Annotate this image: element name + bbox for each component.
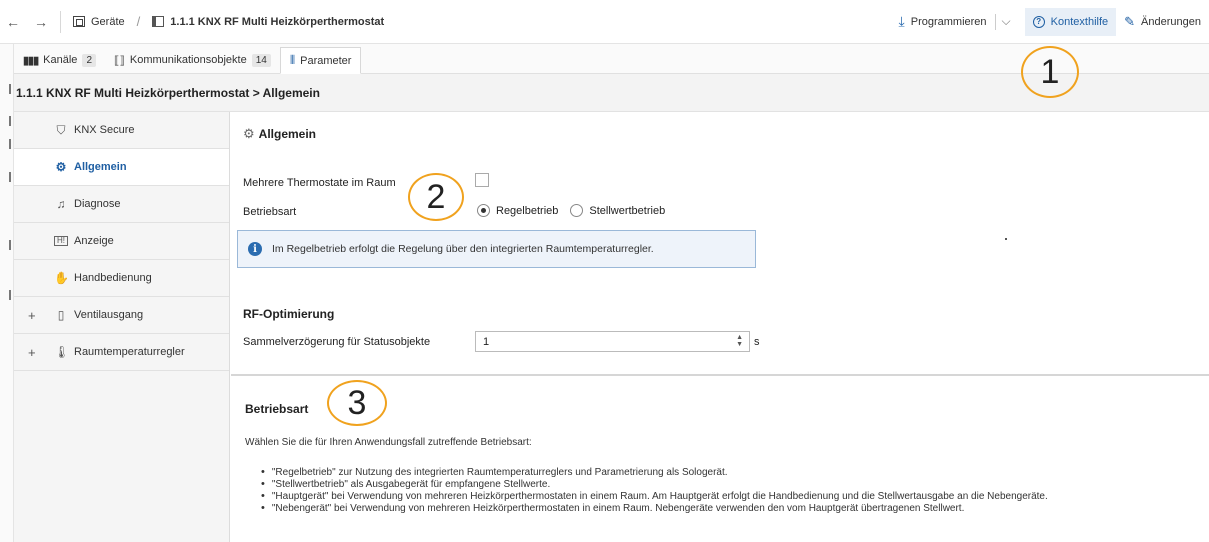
context-help-button[interactable]: ? Kontexthilfe <box>1024 7 1117 36</box>
chevron-down-icon[interactable]: ⌵ <box>994 13 1017 30</box>
dock-marker <box>9 290 11 300</box>
section-title: ⚙ Allgemein <box>243 126 316 142</box>
sidebar-item-handbedienung[interactable]: ✋ Handbedienung <box>14 260 229 297</box>
dock-marker <box>9 116 11 126</box>
sidebar-item-raumtemperaturregler[interactable]: + 🌡 Raumtemperaturregler <box>14 334 229 371</box>
device-icon <box>152 16 165 27</box>
devices-icon <box>73 16 85 27</box>
radio-regelbetrieb[interactable] <box>477 204 490 217</box>
tab-communication-objects[interactable]: ⟦⟧ Kommunikationsobjekte 14 <box>105 47 280 73</box>
toolbar-actions: ⤓ Programmieren ⌵ ? Kontexthilfe ✎ Änder… <box>891 0 1209 44</box>
sidebar-item-knx-secure[interactable]: ⛉ KNX Secure <box>14 112 229 149</box>
thermometer-icon: 🌡 <box>54 345 70 359</box>
breadcrumb-device[interactable]: 1.1.1 KNX RF Multi Heizkörperthermostat <box>152 16 384 28</box>
expand-icon[interactable]: + <box>28 308 36 323</box>
gear-icon: ⚙ <box>243 126 255 141</box>
sidebar-item-ventilausgang[interactable]: + ▯ Ventilausgang <box>14 297 229 334</box>
radio-label: Stellwertbetrieb <box>589 204 666 217</box>
breadcrumb-root-label: Geräte <box>91 15 125 28</box>
toolbar: ← → Geräte / 1.1.1 KNX RF Multi Heizkörp… <box>0 0 1209 44</box>
sidebar-item-label: Handbedienung <box>74 272 152 284</box>
stray-dot <box>1005 238 1007 240</box>
nav-buttons: ← → <box>0 14 48 30</box>
mode-label: Betriebsart <box>243 206 297 218</box>
parameter-panel: ⚙ Allgemein Mehrere Thermostate im Raum … <box>231 112 1209 374</box>
list-item: "Regelbetrieb" zur Nutzung des integrier… <box>261 466 1048 478</box>
sidebar-item-label: Ventilausgang <box>74 309 144 321</box>
info-icon: i <box>248 242 262 256</box>
tab-channels[interactable]: ▮▮▮ Kanäle 2 <box>14 47 105 73</box>
help-list: "Regelbetrieb" zur Nutzung des integrier… <box>261 466 1048 514</box>
sidebar-item-label: KNX Secure <box>74 124 135 136</box>
multi-thermostat-label: Mehrere Thermostate im Raum <box>243 177 396 189</box>
callout-2: 2 <box>408 173 464 221</box>
shield-icon: ⛉ <box>56 122 66 137</box>
expand-icon[interactable]: + <box>28 345 36 360</box>
bell-icon: ♫ <box>56 197 66 211</box>
delay-value: 1 <box>483 335 490 348</box>
callout-3: 3 <box>327 380 387 426</box>
radio-label: Regelbetrieb <box>496 204 559 217</box>
radio-stellwertbetrieb[interactable] <box>570 204 584 217</box>
sidebar-item-label: Anzeige <box>74 235 114 247</box>
changes-button[interactable]: ✎ Änderungen <box>1116 8 1209 36</box>
changes-label: Änderungen <box>1141 15 1201 28</box>
breadcrumb-device-label: 1.1.1 KNX RF Multi Heizkörperthermostat <box>170 15 385 28</box>
help-title: Betriebsart <box>245 402 309 416</box>
dock-marker <box>9 139 11 149</box>
list-item: "Nebengerät" bei Verwendung von mehreren… <box>261 502 1048 514</box>
list-item: "Hauptgerät" bei Verwendung von mehreren… <box>261 490 1048 502</box>
info-text: Im Regelbetrieb erfolgt die Regelung übe… <box>272 243 654 255</box>
tab-label: Kanäle <box>43 54 78 66</box>
delay-label: Sammelverzögerung für Statusobjekte <box>243 336 431 348</box>
delay-unit: s <box>754 336 760 348</box>
program-label: Programmieren <box>910 15 987 28</box>
dock-marker <box>9 172 11 182</box>
sidebar-item-anzeige[interactable]: H! Anzeige <box>14 223 229 260</box>
dock-marker <box>9 240 11 250</box>
communication-icon: ⟦⟧ <box>114 54 125 67</box>
mode-radio-group: Regelbetrieb Stellwertbetrieb <box>477 204 665 217</box>
display-icon: H! <box>54 236 68 246</box>
forward-arrow-icon[interactable]: → <box>34 14 48 30</box>
sidebar-item-allgemein[interactable]: ⚙ Allgemein <box>14 149 229 186</box>
hand-icon: ✋ <box>54 271 69 285</box>
sidebar-item-label: Diagnose <box>74 198 121 210</box>
sidebar-item-label: Allgemein <box>74 161 127 173</box>
tab-parameter[interactable]: ⦀ Parameter <box>279 47 362 74</box>
tab-count: 14 <box>251 53 271 67</box>
help-icon: ? <box>1032 15 1045 28</box>
spinner-icon[interactable]: ▲ ▼ <box>736 334 743 348</box>
tab-label: Parameter <box>300 54 352 67</box>
tab-count: 2 <box>82 53 96 67</box>
download-icon: ⤓ <box>898 13 905 29</box>
delay-input[interactable]: 1 ▲ ▼ <box>475 331 750 352</box>
left-dock-strip <box>0 44 14 542</box>
section-title-label: Allgemein <box>258 127 317 141</box>
sidebar-item-diagnose[interactable]: ♫ Diagnose <box>14 186 229 223</box>
back-arrow-icon[interactable]: ← <box>6 14 20 30</box>
parameter-sidebar: ⛉ KNX Secure ⚙ Allgemein ♫ Diagnose H! A… <box>14 112 230 542</box>
channels-icon: ▮▮▮ <box>23 54 39 67</box>
list-item: "Stellwertbetrieb" als Ausgabegerät für … <box>261 478 1048 490</box>
context-help-label: Kontexthilfe <box>1050 15 1109 28</box>
tab-label: Kommunikationsobjekte <box>129 54 247 66</box>
callout-1: 1 <box>1021 46 1079 98</box>
dock-marker <box>9 84 11 94</box>
sidebar-item-label: Raumtemperaturregler <box>74 346 185 358</box>
divider <box>60 10 61 33</box>
pen-icon: ✎ <box>1124 13 1136 29</box>
gear-icon: ⚙ <box>55 160 67 174</box>
help-intro: Wählen Sie die für Ihren Anwendungsfall … <box>245 437 532 448</box>
info-box: i Im Regelbetrieb erfolgt die Regelung ü… <box>237 230 756 268</box>
rf-section-title: RF-Optimierung <box>243 307 335 321</box>
multi-thermostat-checkbox[interactable] <box>475 173 489 187</box>
program-button[interactable]: ⤓ Programmieren ⌵ <box>891 8 1025 36</box>
sliders-icon: ⦀ <box>289 53 296 67</box>
breadcrumb-root[interactable]: Geräte <box>73 16 125 28</box>
breadcrumb-separator: / <box>136 14 141 29</box>
valve-icon: ▯ <box>57 308 65 322</box>
